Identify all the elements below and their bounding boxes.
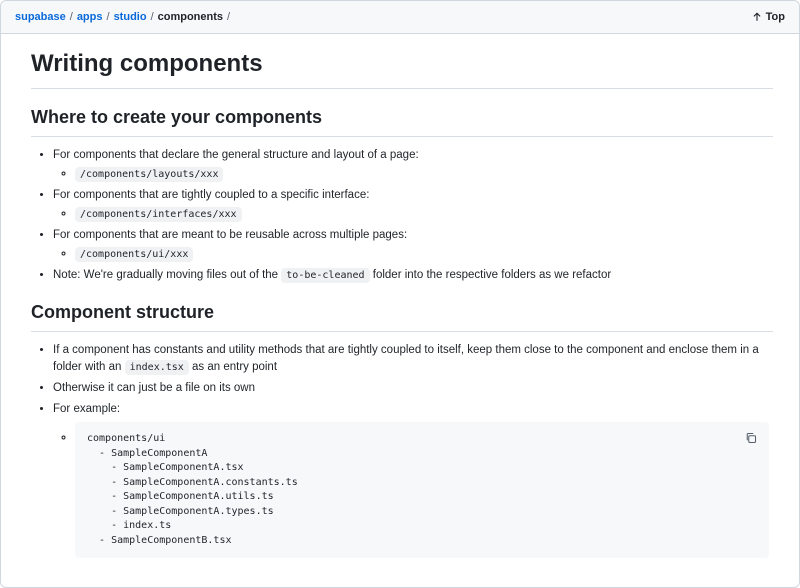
readme-frame: supabase / apps / studio / components / Top Wri… (0, 0, 800, 588)
list-item: For components that are meant to be reus… (53, 227, 773, 263)
code-line: - SampleComponentA.types.ts (87, 505, 274, 517)
breadcrumb-separator: / (150, 11, 154, 23)
list-item-text: For components that are tightly coupled … (53, 189, 370, 201)
list-item: For components that declare the general … (53, 147, 773, 183)
list-item: For components that are tightly coupled … (53, 187, 773, 223)
breadcrumb-supabase[interactable]: supabase (15, 11, 66, 23)
note-text-before: Note: We're gradually moving files out o… (53, 269, 279, 281)
sub-list-item: /components/ui/xxx (75, 246, 773, 263)
sub-list-item: /components/layouts/xxx (75, 166, 773, 183)
code-block: components/ui - SampleComponentA - Sampl… (75, 422, 769, 558)
list-item-text: For example: (53, 403, 121, 415)
where-list: For components that declare the general … (31, 147, 773, 284)
code-line: - SampleComponentB.tsx (87, 534, 232, 546)
code-line: - SampleComponentA (87, 447, 208, 459)
top-label: Top (765, 11, 785, 23)
section-heading-structure: Component structure (31, 300, 773, 332)
breadcrumb-separator: / (106, 11, 110, 23)
code-line: - SampleComponentA.constants.ts (87, 476, 298, 488)
list-item-note: Note: We're gradually moving files out o… (53, 267, 773, 284)
markdown-body: Writing components Where to create your … (31, 33, 773, 562)
list-item: Otherwise it can just be a file on its o… (53, 380, 773, 397)
code-block-content: components/ui - SampleComponentA - Sampl… (87, 432, 757, 548)
sub-list-item: components/ui - SampleComponentA - Sampl… (75, 422, 773, 558)
file-header: supabase / apps / studio / components / Top (1, 1, 799, 34)
list-item-text: Otherwise it can just be a file on its o… (53, 382, 255, 394)
breadcrumb-studio[interactable]: studio (114, 11, 147, 23)
sub-list-item: /components/interfaces/xxx (75, 206, 773, 223)
list-item-text-after: as an entry point (192, 361, 278, 373)
breadcrumb-trailing-separator: / (227, 11, 231, 23)
inline-code: /components/ui/xxx (75, 247, 194, 262)
copy-icon[interactable] (745, 432, 757, 444)
list-item-text: For components that are meant to be reus… (53, 229, 408, 241)
list-item-text: For components that declare the general … (53, 149, 419, 161)
inline-code: to-be-cleaned (281, 268, 370, 283)
list-item: If a component has constants and utility… (53, 342, 773, 376)
inline-code: /components/layouts/xxx (75, 167, 224, 182)
code-line: - SampleComponentA.tsx (87, 462, 244, 473)
top-button[interactable]: Top (752, 11, 785, 23)
breadcrumb: supabase / apps / studio / components / (15, 11, 234, 23)
code-line: components/ui (87, 433, 166, 444)
breadcrumb-separator: / (69, 11, 73, 23)
list-item: For example: components/ui - SampleCompo… (53, 401, 773, 558)
arrow-up-icon (753, 12, 761, 21)
page-title: Writing components (31, 49, 773, 89)
note-text-after: folder into the respective folders as we… (372, 269, 612, 281)
breadcrumb-current: components (157, 11, 224, 23)
inline-code: index.tsx (124, 360, 189, 375)
section-heading-where: Where to create your components (31, 105, 773, 137)
inline-code: /components/interfaces/xxx (75, 207, 242, 222)
code-line: - index.ts (87, 520, 172, 531)
code-line: - SampleComponentA.utils.ts (87, 491, 274, 502)
structure-list: If a component has constants and utility… (31, 342, 773, 558)
breadcrumb-apps[interactable]: apps (77, 11, 103, 23)
